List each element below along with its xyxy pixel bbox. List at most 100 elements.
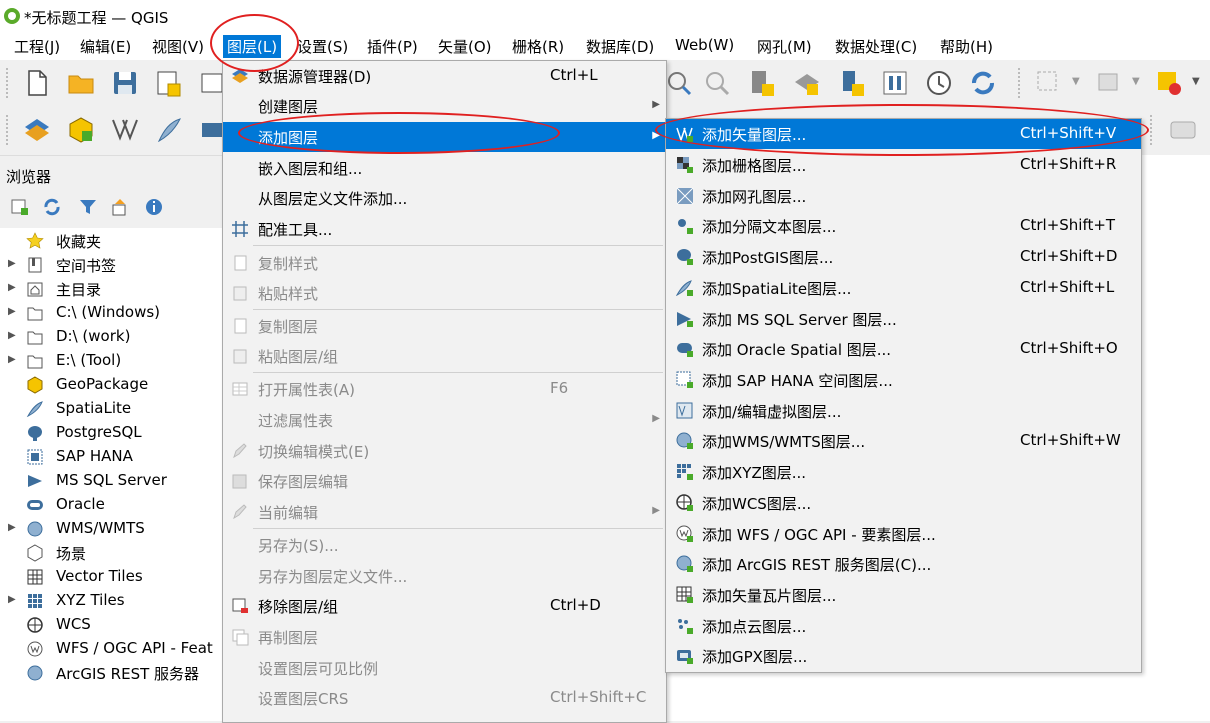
menu-item-georeferencer[interactable]: 配准工具...	[223, 214, 666, 244]
new-project-icon[interactable]	[22, 68, 52, 98]
refresh-icon[interactable]	[42, 197, 62, 217]
menu-item-filter-attribute-table[interactable]: 过滤属性表 ▶	[223, 405, 666, 435]
browser-item-wcs[interactable]: WCS	[0, 613, 222, 637]
deselect-icon[interactable]	[1094, 68, 1124, 98]
browser-item-favorites[interactable]: 收藏夹	[0, 229, 222, 253]
menu-item-add-virtual-layer[interactable]: 添加/编辑虚拟图层...	[666, 396, 1141, 426]
menu-item-embed-layers[interactable]: 嵌入图层和组...	[223, 153, 666, 183]
show-map-tips-icon[interactable]	[880, 68, 910, 98]
browser-item-vector-tiles[interactable]: Vector Tiles	[0, 565, 222, 589]
menu-raster[interactable]: 栅格(R)	[512, 36, 564, 57]
menu-item-remove-layer[interactable]: 移除图层/组 Ctrl+D	[223, 591, 666, 621]
filter-icon[interactable]	[78, 197, 98, 217]
add-vector-icon[interactable]	[110, 115, 140, 145]
expand-arrow-icon[interactable]: ▶	[8, 522, 16, 533]
expand-arrow-icon[interactable]: ▶	[8, 282, 16, 293]
toolbar-grip[interactable]	[1150, 115, 1156, 145]
browser-item-postgresql[interactable]: PostgreSQL	[0, 421, 222, 445]
browser-item-spatial-bookmarks[interactable]: ▶ 空间书签	[0, 253, 222, 277]
menu-help[interactable]: 帮助(H)	[940, 36, 993, 57]
menu-item-add-sap-hana-layer[interactable]: 添加 SAP HANA 空间图层...	[666, 365, 1141, 395]
menu-item-add-mesh-layer[interactable]: 添加网孔图层...	[666, 181, 1141, 211]
menu-web[interactable]: Web(W)	[675, 36, 734, 54]
menu-item-add-from-definition[interactable]: 从图层定义文件添加...	[223, 183, 666, 213]
temporal-controller-icon[interactable]	[924, 68, 954, 98]
menu-layer[interactable]: 图层(L)	[223, 35, 282, 58]
expand-arrow-icon[interactable]: ▶	[8, 354, 16, 365]
label-tool-icon[interactable]	[1168, 115, 1198, 145]
menu-item-add-xyz-layer[interactable]: 添加XYZ图层...	[666, 457, 1141, 487]
toolbar-grip[interactable]	[1018, 68, 1024, 98]
spatialite-icon[interactable]	[154, 115, 184, 145]
menu-item-set-scale-visibility[interactable]: 设置图层可见比例	[223, 653, 666, 683]
geopackage-icon[interactable]	[66, 115, 96, 145]
expand-arrow-icon[interactable]: ▶	[8, 330, 16, 341]
browser-item-geopackage[interactable]: GeoPackage	[0, 373, 222, 397]
info-icon[interactable]	[144, 197, 164, 217]
browser-item-sap-hana[interactable]: SAP HANA	[0, 445, 222, 469]
menu-item-add-wms-wmts-layer[interactable]: 添加WMS/WMTS图层... Ctrl+Shift+W	[666, 426, 1141, 456]
menu-database[interactable]: 数据库(D)	[586, 36, 654, 57]
expand-arrow-icon[interactable]: ▶	[8, 594, 16, 605]
browser-item-spatialite[interactable]: SpatiaLite	[0, 397, 222, 421]
browser-item-arcgis-rest[interactable]: ArcGIS REST 服务器	[0, 661, 222, 685]
menu-item-current-edits[interactable]: 当前编辑 ▶	[223, 497, 666, 527]
menu-item-add-gpx-layer[interactable]: 添加GPX图层...	[666, 641, 1141, 671]
menu-item-save-layer-edits[interactable]: 保存图层编辑	[223, 466, 666, 496]
menu-item-save-as-definition[interactable]: 另存为图层定义文件...	[223, 561, 666, 591]
browser-item-drive-e[interactable]: ▶ E:\ (Tool)	[0, 349, 222, 373]
menu-item-add-layer[interactable]: 添加图层 ▶	[223, 122, 666, 152]
menu-item-add-delimited-text-layer[interactable]: 添加分隔文本图层... Ctrl+Shift+T	[666, 211, 1141, 241]
data-source-manager-icon[interactable]	[22, 115, 52, 145]
menu-item-data-source-manager[interactable]: 数据源管理器(D) Ctrl+L	[223, 61, 666, 91]
expand-arrow-icon[interactable]: ▶	[8, 258, 16, 269]
browser-item-wfs[interactable]: WFS / OGC API - Feat	[0, 637, 222, 661]
menu-item-paste-layer[interactable]: 粘贴图层/组	[223, 341, 666, 371]
menu-view[interactable]: 视图(V)	[152, 36, 204, 57]
menu-item-add-vector-layer[interactable]: 添加矢量图层... Ctrl+Shift+V	[666, 119, 1141, 149]
menu-item-add-spatialite-layer[interactable]: 添加SpatiaLite图层... Ctrl+Shift+L	[666, 273, 1141, 303]
menu-item-paste-style[interactable]: 粘贴样式	[223, 278, 666, 308]
menu-project[interactable]: 工程(J)	[14, 36, 60, 57]
menu-item-copy-layer[interactable]: 复制图层	[223, 311, 666, 341]
menu-item-copy-style[interactable]: 复制样式	[223, 248, 666, 278]
save-project-icon[interactable]	[110, 68, 140, 98]
menu-edit[interactable]: 编辑(E)	[80, 36, 131, 57]
toolbar-grip[interactable]	[6, 68, 12, 98]
browser-item-scene[interactable]: 场景	[0, 541, 222, 565]
menu-item-toggle-editing[interactable]: 切换编辑模式(E)	[223, 436, 666, 466]
new-bookmark-icon[interactable]	[748, 68, 778, 98]
menu-item-add-vector-tile-layer[interactable]: 添加矢量瓦片图层...	[666, 580, 1141, 610]
browser-item-drive-c[interactable]: ▶ C:\ (Windows)	[0, 301, 222, 325]
add-selected-layers-icon[interactable]	[10, 197, 30, 217]
menu-item-set-layer-crs[interactable]: 设置图层CRS Ctrl+Shift+C	[223, 683, 666, 713]
chevron-down-icon[interactable]: ▼	[1192, 76, 1200, 87]
zoom-to-layer-icon[interactable]	[664, 68, 694, 98]
chevron-down-icon[interactable]: ▼	[1072, 76, 1080, 87]
show-bookmarks-icon[interactable]	[792, 68, 822, 98]
menu-item-add-postgis-layer[interactable]: 添加PostGIS图层... Ctrl+Shift+D	[666, 242, 1141, 272]
menu-item-add-arcgis-rest-layer[interactable]: 添加 ArcGIS REST 服务图层(C)...	[666, 549, 1141, 579]
menu-item-duplicate-layer[interactable]: 再制图层	[223, 622, 666, 652]
select-features-icon[interactable]	[1034, 68, 1064, 98]
browser-item-xyz-tiles[interactable]: ▶ XYZ Tiles	[0, 589, 222, 613]
select-by-location-icon[interactable]	[1154, 68, 1184, 98]
browser-item-home[interactable]: ▶ 主目录	[0, 277, 222, 301]
menu-item-create-layer[interactable]: 创建图层 ▶	[223, 91, 666, 121]
new-print-layout-icon[interactable]	[154, 68, 184, 98]
browser-item-drive-d[interactable]: ▶ D:\ (work)	[0, 325, 222, 349]
chevron-down-icon[interactable]: ▼	[1132, 76, 1140, 87]
open-project-icon[interactable]	[66, 68, 96, 98]
menu-settings[interactable]: 设置(S)	[297, 36, 348, 57]
menu-item-add-raster-layer[interactable]: 添加栅格图层... Ctrl+Shift+R	[666, 150, 1141, 180]
menu-processing[interactable]: 数据处理(C)	[835, 36, 917, 57]
menu-item-save-as[interactable]: 另存为(S)...	[223, 530, 666, 560]
expand-arrow-icon[interactable]: ▶	[8, 306, 16, 317]
menu-vector[interactable]: 矢量(O)	[438, 36, 492, 57]
menu-item-add-point-cloud-layer[interactable]: 添加点云图层...	[666, 611, 1141, 641]
menu-mesh[interactable]: 网孔(M)	[757, 36, 812, 57]
menu-item-add-mssql-layer[interactable]: 添加 MS SQL Server 图层...	[666, 304, 1141, 334]
browser-item-wms-wmts[interactable]: ▶ WMS/WMTS	[0, 517, 222, 541]
browser-item-oracle[interactable]: Oracle	[0, 493, 222, 517]
browser-item-mssql[interactable]: MS SQL Server	[0, 469, 222, 493]
